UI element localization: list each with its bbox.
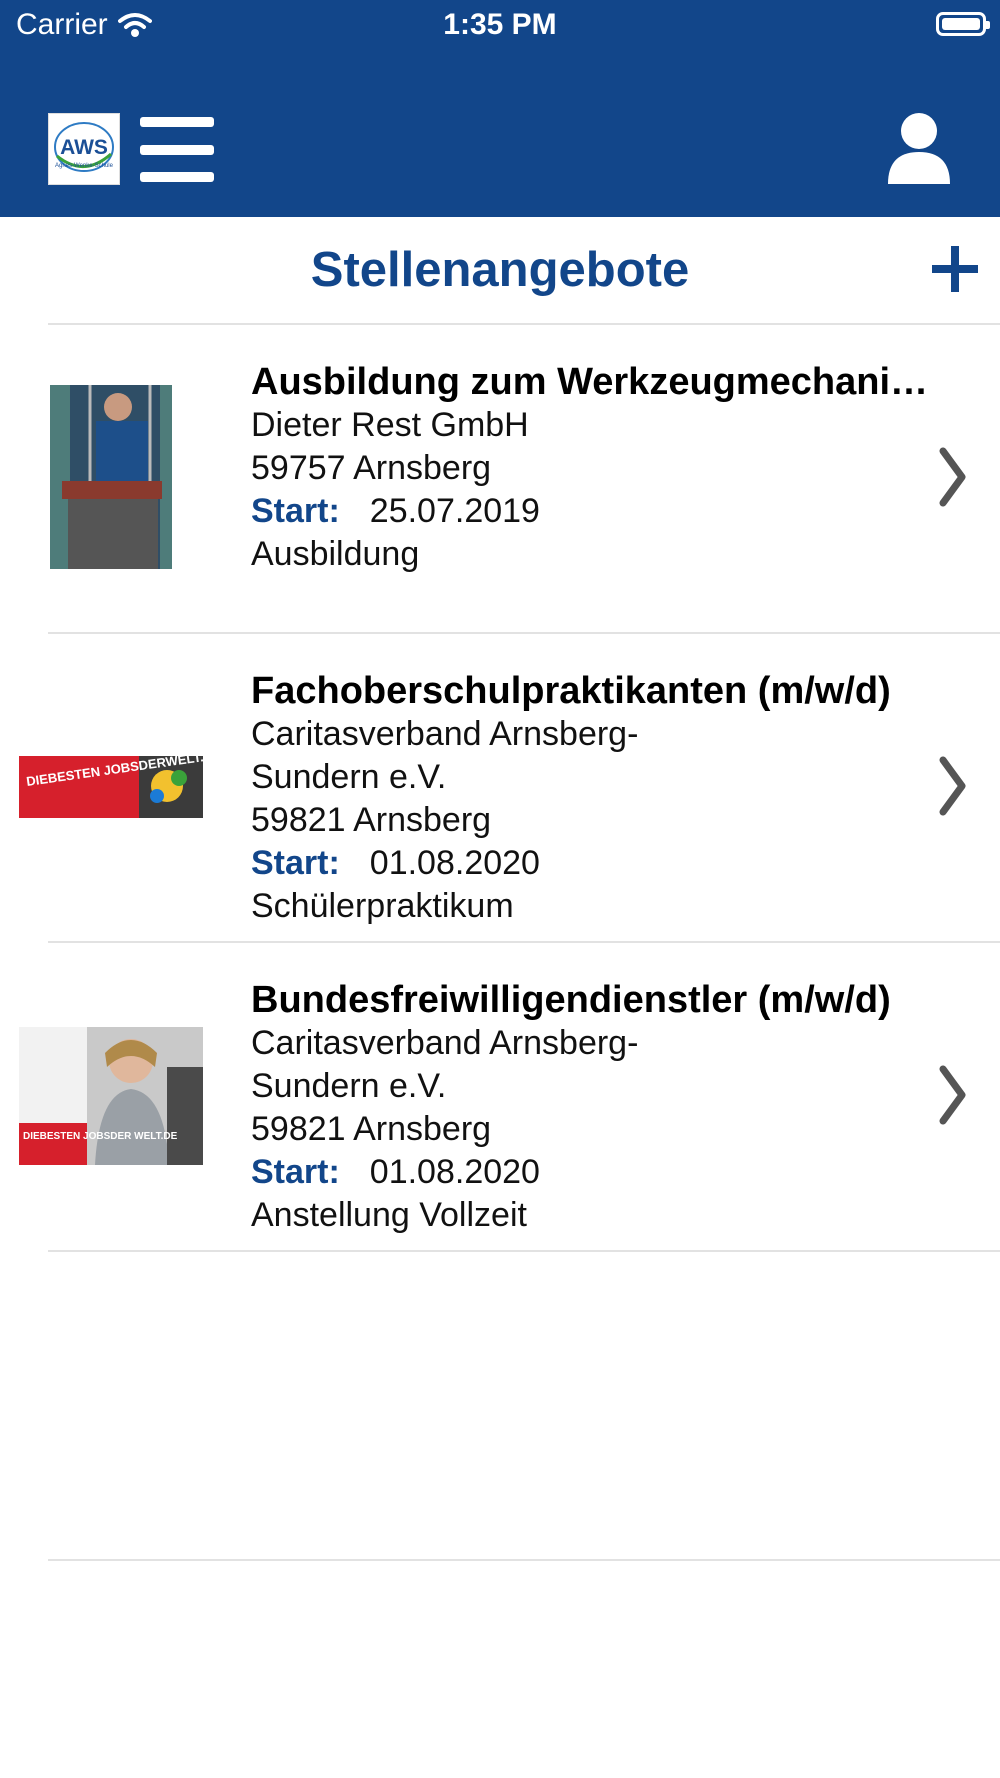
hamburger-line-icon [140,117,214,127]
job-list-item[interactable]: DIEBESTEN JOBSDER WELT.DE Bundesfreiwill… [0,943,1000,1251]
job-image: DIEBESTEN JOBSDERWELT.DE [19,756,203,818]
start-date: 25.07.2019 [369,492,540,530]
start-date: 01.08.2020 [369,844,540,882]
job-start: Start: 25.07.2019 [251,490,931,533]
profile-button[interactable] [886,112,952,186]
chevron-right-icon [939,756,966,816]
job-info: Ausbildung zum Werkzeugmechaniker Dieter… [251,361,931,576]
start-date: 01.08.2020 [369,1153,540,1191]
start-label: Start: [251,844,340,882]
add-button[interactable] [932,246,978,292]
job-title: Ausbildung zum Werkzeugmechaniker [251,361,931,403]
user-icon [888,113,950,184]
hamburger-line-icon [140,145,214,155]
chevron-right-icon [939,1065,966,1125]
status-time: 1:35 PM [443,8,557,41]
start-label: Start: [251,1153,340,1191]
job-start: Start: 01.08.2020 [251,1151,931,1194]
page-title: Stellenangebote [310,243,690,297]
menu-button[interactable] [140,115,214,183]
company-name-cont: Sundern e.V. [251,758,447,796]
job-list-item[interactable]: Ausbildung zum Werkzeugmechaniker Dieter… [0,325,1000,633]
app-logo[interactable]: AWS Agnes-Wenke-Schule [48,113,120,185]
job-type: Ausbildung [251,535,420,573]
divider [48,1559,1000,1561]
company-name: Caritasverband Arnsberg- [251,1024,639,1062]
company-name-cont: Sundern e.V. [251,1067,447,1105]
battery-icon [936,12,990,36]
job-list-item[interactable]: DIEBESTEN JOBSDERWELT.DE Fachoberschulpr… [0,634,1000,942]
divider [48,1250,1000,1252]
job-type: Anstellung Vollzeit [251,1196,527,1234]
logo-subtext: Agnes-Wenke-Schule [55,163,114,169]
company-name: Caritasverband Arnsberg- [251,715,639,753]
hamburger-line-icon [140,172,214,182]
job-type: Schülerpraktikum [251,887,514,925]
start-label: Start: [251,492,340,530]
logo-text: AWS [60,136,108,159]
app-header: Carrier 1:35 PM AWS Agnes-Wenke-Schule [0,0,1000,217]
job-info: Bundesfreiwilligendienstler (m/w/d) Cari… [251,979,931,1237]
logo-icon: AWS Agnes-Wenke-Schule [54,122,114,172]
job-image: DIEBESTEN JOBSDER WELT.DE [19,1027,203,1165]
job-title: Fachoberschulpraktikanten (m/w/d) [251,670,891,712]
job-location: 59821 Arnsberg [251,801,492,839]
job-title: Bundesfreiwilligendienstler (m/w/d) [251,979,891,1021]
job-image [50,385,172,569]
job-info: Fachoberschulpraktikanten (m/w/d) Carita… [251,670,931,928]
image-text: DIEBESTEN JOBSDER WELT.DE [23,1131,178,1142]
job-location: 59821 Arnsberg [251,1110,492,1148]
chevron-right-icon [939,447,966,507]
job-start: Start: 01.08.2020 [251,842,931,885]
company-name: Dieter Rest GmbH [251,406,529,444]
job-location: 59757 Arnsberg [251,449,492,487]
